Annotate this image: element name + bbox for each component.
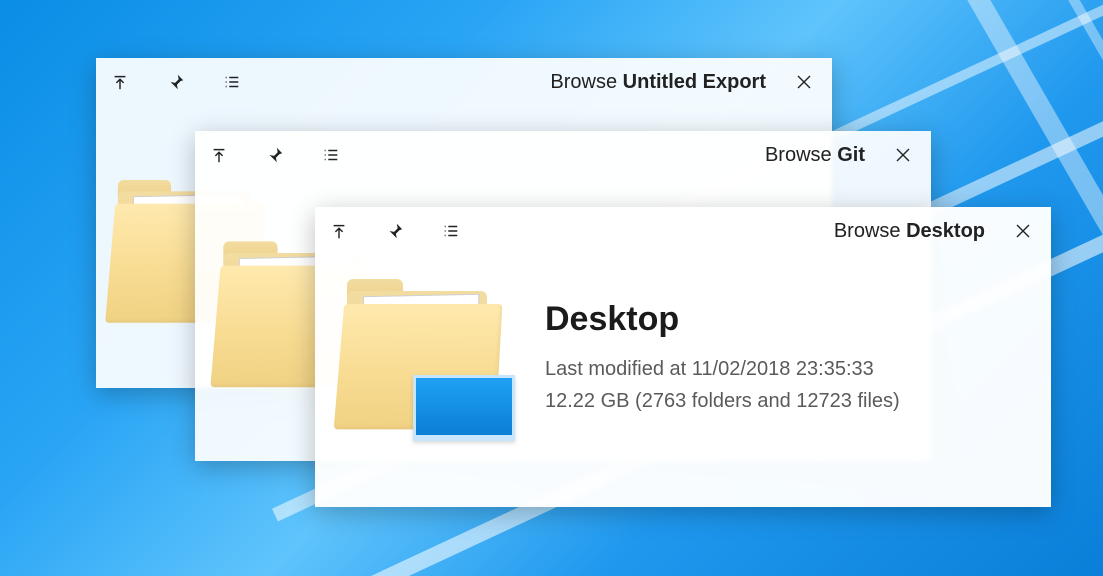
titlebar: Browse Git xyxy=(195,131,931,179)
list-icon[interactable] xyxy=(441,221,461,241)
close-button[interactable] xyxy=(1003,211,1043,251)
titlebar: Browse Desktop xyxy=(315,207,1051,255)
close-button[interactable] xyxy=(883,135,923,175)
stats-text: 12.22 GB (2763 folders and 12723 files) xyxy=(545,385,900,417)
close-button[interactable] xyxy=(784,62,824,102)
window-title: Browse Desktop xyxy=(461,220,1003,243)
desktop-monitor-icon xyxy=(413,375,515,441)
browse-label: Browse xyxy=(550,71,617,93)
last-modified-text: Last modified at 11/02/2018 23:35:33 xyxy=(545,353,900,385)
folder-info: Desktop Last modified at 11/02/2018 23:3… xyxy=(545,300,900,417)
up-icon[interactable] xyxy=(110,72,130,92)
close-icon xyxy=(893,145,913,165)
browse-window-desktop: Browse Desktop Desktop Last modified at … xyxy=(315,207,1051,507)
close-icon xyxy=(794,72,814,92)
title-bold: Untitled Export xyxy=(623,71,766,93)
titlebar: Browse Untitled Export xyxy=(96,58,832,106)
up-icon[interactable] xyxy=(329,221,349,241)
list-icon[interactable] xyxy=(321,145,341,165)
pin-icon[interactable] xyxy=(166,72,186,92)
title-bold: Git xyxy=(837,144,865,166)
browse-label: Browse xyxy=(834,220,901,242)
pin-icon[interactable] xyxy=(385,221,405,241)
window-title: Browse Untitled Export xyxy=(242,71,784,94)
close-icon xyxy=(1013,221,1033,241)
browse-label: Browse xyxy=(765,144,832,166)
window-content: Desktop Last modified at 11/02/2018 23:3… xyxy=(315,255,1051,471)
window-title: Browse Git xyxy=(341,144,883,167)
folder-heading: Desktop xyxy=(545,300,900,339)
pin-icon[interactable] xyxy=(265,145,285,165)
up-icon[interactable] xyxy=(209,145,229,165)
folder-desktop-icon xyxy=(339,273,509,443)
list-icon[interactable] xyxy=(222,72,242,92)
title-bold: Desktop xyxy=(906,220,985,242)
